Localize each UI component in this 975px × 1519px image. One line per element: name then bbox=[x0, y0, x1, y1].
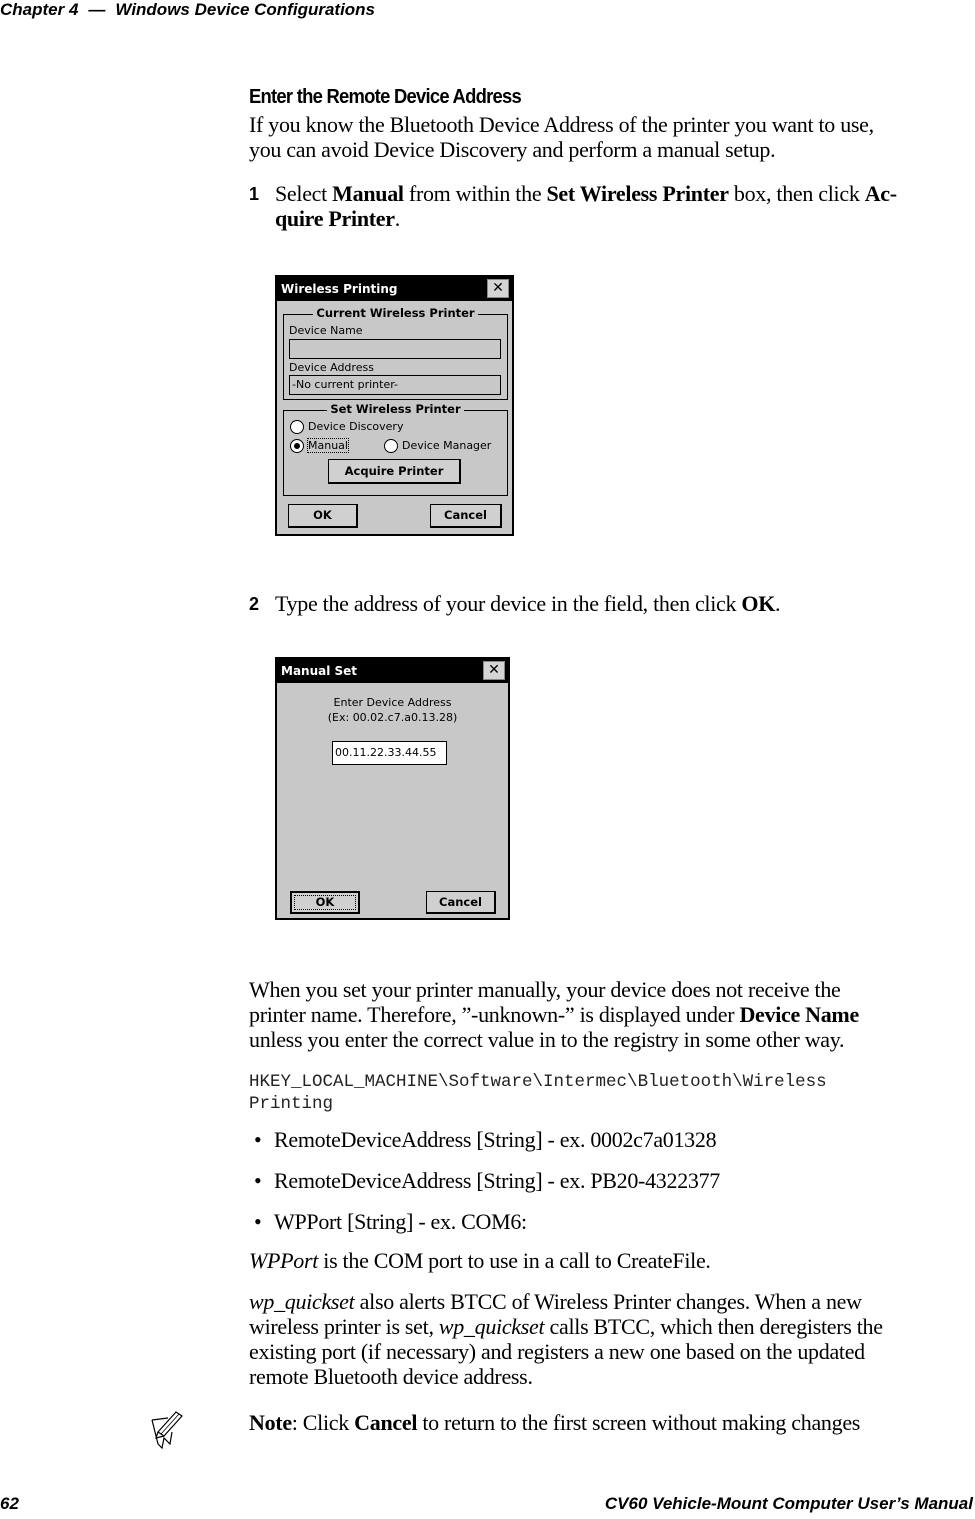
step-text: Select bbox=[275, 181, 333, 206]
paragraph-line: When you set your printer manually, your… bbox=[249, 977, 841, 1002]
step-1: 1 Select Manual from within the Set Wire… bbox=[249, 181, 974, 231]
wireless-printing-dialog: Wireless Printing ✕ Current Wireless Pri… bbox=[275, 275, 514, 536]
step-text: . bbox=[775, 591, 781, 616]
dialog-titlebar: Wireless Printing ✕ bbox=[277, 277, 512, 301]
italic-wp-quickset: wp_quickset bbox=[249, 1289, 355, 1314]
registry-line: Printing bbox=[249, 1094, 334, 1114]
dialog-titlebar: Manual Set ✕ bbox=[277, 659, 508, 683]
paragraph-line: printer name. Therefore, ”-unknown-” is … bbox=[249, 1002, 740, 1027]
section-title: Enter the Remote Device Address bbox=[249, 86, 522, 108]
ok-button[interactable]: OK bbox=[290, 891, 360, 914]
radio-device-discovery[interactable] bbox=[290, 420, 304, 434]
bold-cancel: Cancel bbox=[354, 1410, 418, 1435]
manual-title: CV60 Vehicle-Mount Computer User’s Manua… bbox=[604, 1494, 973, 1513]
cancel-button[interactable]: Cancel bbox=[430, 504, 502, 528]
italic-wp-quickset: wp_quickset bbox=[438, 1314, 545, 1339]
note-text: Note: Click Cancel to return to the firs… bbox=[249, 1410, 974, 1435]
bullet-text: WPPort [String] - ex. COM6: bbox=[274, 1209, 527, 1234]
step-2: 2 Type the address of your device in the… bbox=[249, 591, 974, 616]
device-address-field[interactable]: -No current printer- bbox=[289, 375, 501, 395]
dialog-title: Wireless Printing bbox=[281, 282, 398, 296]
quickset-paragraph: wp_quickset also alerts BTCC of Wireless… bbox=[249, 1289, 974, 1389]
device-name-field[interactable] bbox=[289, 339, 501, 359]
step-bold-acquire-printer: quire Printer bbox=[275, 206, 395, 231]
ok-button[interactable]: OK bbox=[288, 504, 358, 528]
note-line: to return to the first screen without ma… bbox=[417, 1410, 861, 1435]
intro-paragraph: If you know the Bluetooth Device Address… bbox=[249, 112, 974, 162]
registry-path: HKEY_LOCAL_MACHINE\Software\Intermec\Blu… bbox=[249, 1071, 827, 1115]
bullet-item: • RemoteDeviceAddress [String] - ex. 0002… bbox=[254, 1127, 717, 1152]
paragraph-line: existing port (if necessary) and registe… bbox=[249, 1339, 865, 1364]
paragraph-line: remote Bluetooth device address. bbox=[249, 1364, 533, 1389]
step-text: from within the bbox=[403, 181, 547, 206]
pencil-note-icon bbox=[151, 1411, 183, 1450]
note-line: : Click bbox=[291, 1410, 355, 1435]
group-title: Set Wireless Printer bbox=[327, 402, 464, 416]
paragraph-line: unless you enter the correct value in to… bbox=[249, 1027, 845, 1052]
set-wireless-printer-group: Set Wireless Printer Device Discovery Ma… bbox=[283, 402, 508, 496]
intro-line-1: If you know the Bluetooth Device Address… bbox=[249, 112, 874, 137]
close-icon[interactable]: ✕ bbox=[487, 279, 509, 298]
bullet-icon: • bbox=[254, 1209, 262, 1234]
bullet-text: RemoteDeviceAddress [String] - ex. PB20-… bbox=[274, 1168, 720, 1193]
cancel-button[interactable]: Cancel bbox=[426, 891, 496, 914]
close-icon[interactable]: ✕ bbox=[483, 661, 505, 680]
paragraph-line: is the COM port to use in a call to Crea… bbox=[318, 1248, 711, 1273]
prompt-line-1: Enter Device Address bbox=[333, 696, 452, 709]
radio-device-manager-label[interactable]: Device Manager bbox=[402, 439, 491, 452]
step-text: Type the address of your device in the f… bbox=[275, 591, 742, 616]
radio-manual[interactable] bbox=[290, 439, 304, 453]
manual-set-dialog: Manual Set ✕ Enter Device Address (Ex: 0… bbox=[275, 657, 510, 920]
dialog-title: Manual Set bbox=[281, 664, 358, 678]
step-bold-manual: Manual bbox=[332, 181, 404, 206]
intro-line-2: you can avoid Device Discovery and perfo… bbox=[249, 137, 776, 162]
step-bold-acquire-printer: Ac- bbox=[864, 181, 897, 206]
step-text: . bbox=[394, 206, 401, 231]
radio-device-discovery-label[interactable]: Device Discovery bbox=[308, 420, 403, 433]
device-name-label: Device Name bbox=[289, 324, 363, 337]
chapter-label: Chapter 4 bbox=[0, 0, 79, 19]
wpport-paragraph: WPPort is the COM port to use in a call … bbox=[249, 1248, 974, 1273]
step-bold-ok: OK bbox=[741, 591, 776, 616]
bullet-icon: • bbox=[254, 1168, 262, 1193]
current-wireless-printer-group: Current Wireless Printer Device Name Dev… bbox=[283, 306, 508, 400]
page-number: 62 bbox=[0, 1494, 19, 1513]
bullet-item: • WPPort [String] - ex. COM6: bbox=[254, 1209, 527, 1234]
paragraph-line: calls BTCC, which then deregisters the bbox=[544, 1314, 884, 1339]
step-number: 1 bbox=[249, 184, 259, 204]
bullet-icon: • bbox=[254, 1127, 262, 1152]
step-bold-set-wireless-printer: Set Wireless Printer bbox=[546, 181, 729, 206]
acquire-printer-button[interactable]: Acquire Printer bbox=[328, 459, 461, 484]
header-dash: — bbox=[88, 0, 106, 19]
bullet-item: • RemoteDeviceAddress [String] - ex. PB20… bbox=[254, 1168, 720, 1193]
group-title: Current Wireless Printer bbox=[313, 306, 478, 320]
chapter-title: Windows Device Configurations bbox=[115, 0, 376, 19]
prompt-line-2: (Ex: 00.02.c7.a0.13.28) bbox=[327, 711, 458, 724]
radio-device-manager[interactable] bbox=[384, 439, 398, 453]
paragraph-line: also alerts BTCC of Wireless Printer cha… bbox=[354, 1289, 862, 1314]
step-text: box, then click bbox=[728, 181, 865, 206]
step-number: 2 bbox=[249, 594, 259, 614]
note-label: Note bbox=[249, 1410, 292, 1435]
bold-device-name: Device Name bbox=[739, 1002, 859, 1027]
registry-line: HKEY_LOCAL_MACHINE\Software\Intermec\Blu… bbox=[249, 1072, 827, 1092]
device-address-label: Device Address bbox=[289, 361, 374, 374]
bullet-text: RemoteDeviceAddress [String] - ex. 0002c… bbox=[274, 1127, 717, 1152]
italic-wpport: WPPort bbox=[249, 1248, 319, 1273]
device-address-input[interactable]: 00.11.22.33.44.55 bbox=[332, 741, 447, 765]
paragraph-line: wireless printer is set, bbox=[249, 1314, 439, 1339]
radio-manual-label[interactable]: Manual bbox=[307, 438, 349, 453]
running-header: Chapter 4 — Windows Device Configurations bbox=[0, 0, 375, 20]
manual-setup-paragraph: When you set your printer manually, your… bbox=[249, 977, 974, 1052]
